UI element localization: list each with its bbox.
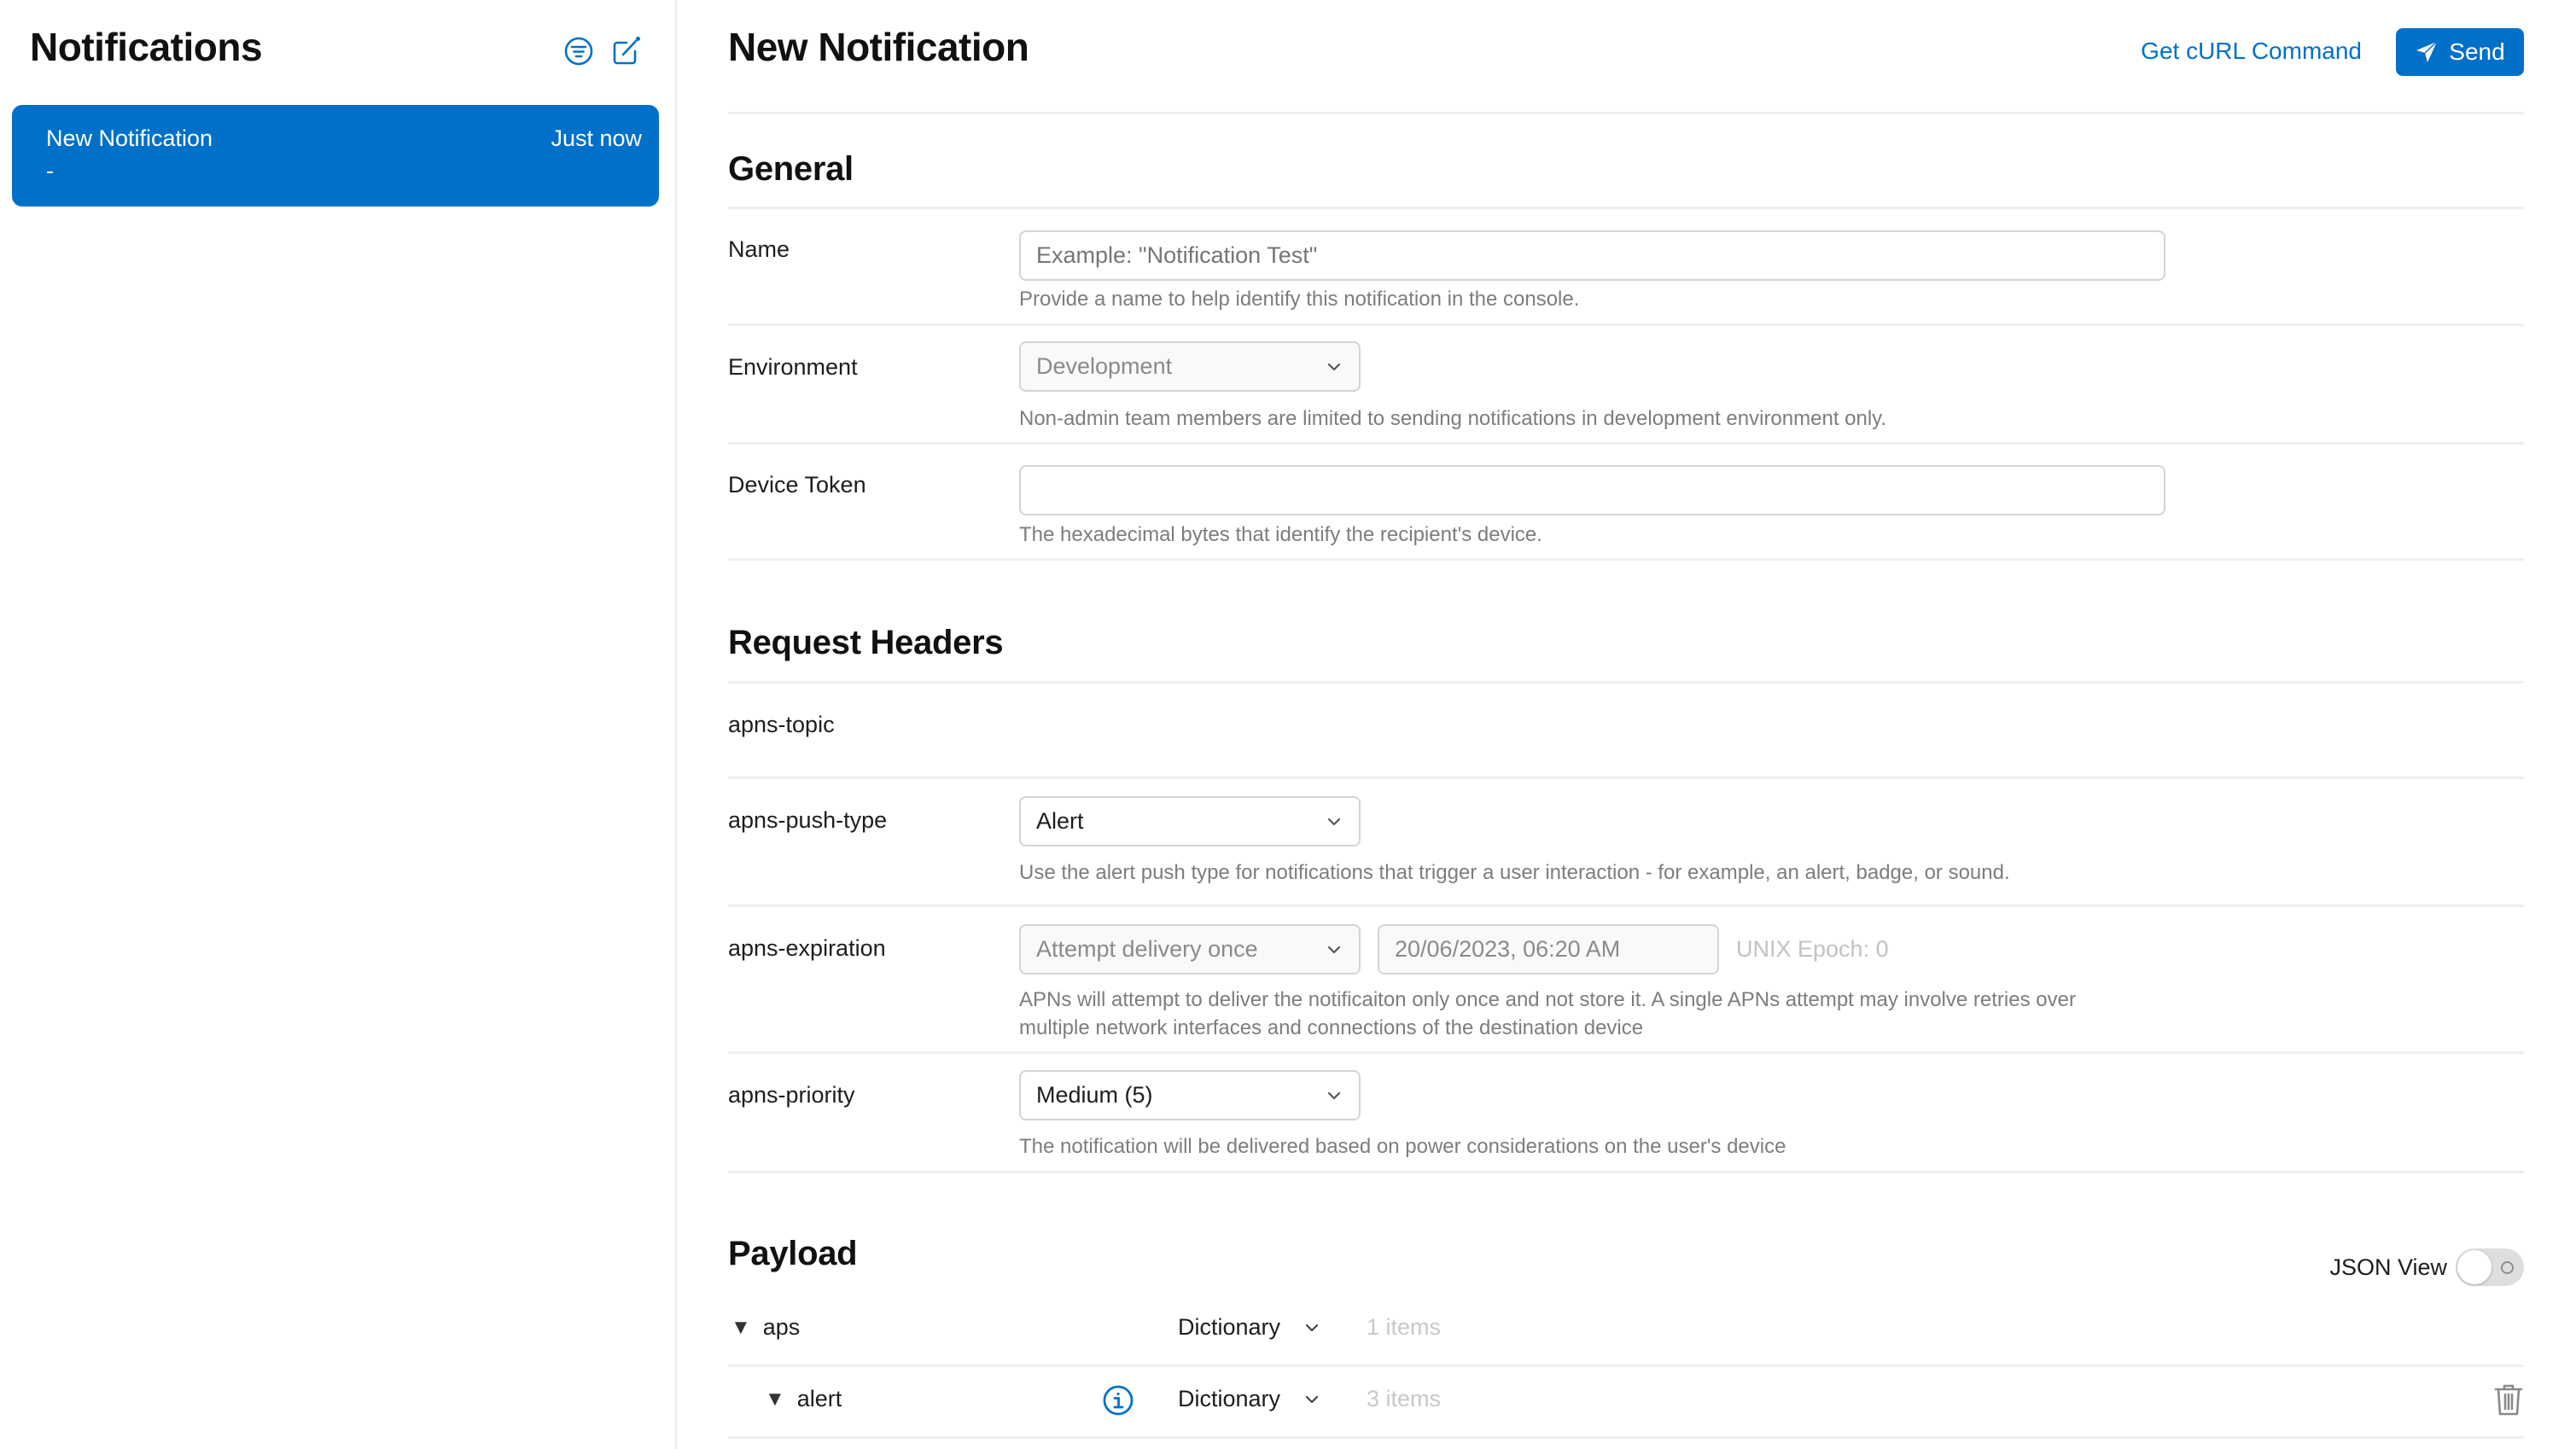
apns-priority-label: apns-priority (728, 1082, 855, 1108)
toggle-knob (2457, 1250, 2491, 1284)
disclosure-triangle-icon[interactable]: ▼ (731, 1316, 751, 1340)
tree-key-label: alert (796, 1386, 842, 1411)
chevron-down-icon (1327, 818, 1341, 825)
chevron-down-icon (1327, 363, 1341, 370)
toggle-off-indicator (2501, 1261, 2514, 1274)
trash-icon[interactable] (2493, 1382, 2524, 1417)
divider (728, 1051, 2524, 1054)
apns-push-type-label: apns-push-type (728, 807, 888, 833)
main-panel: New Notification Get cURL Command Send G… (728, 0, 2524, 1449)
apns-priority-value: Medium (5) (1036, 1082, 1153, 1108)
filter-icon[interactable] (562, 34, 596, 68)
environment-select[interactable]: Development (1019, 341, 1361, 392)
notification-item-time: Just now (551, 125, 642, 151)
apns-push-type-value: Alert (1036, 808, 1084, 834)
divider (728, 905, 2524, 907)
device-token-help-text: The hexadecimal bytes that identify the … (1019, 523, 1542, 546)
payload-tree-row: ▼ aps Dictionary 1 items (728, 1311, 2524, 1365)
divider (728, 681, 2524, 684)
item-count: 1 items (1367, 1314, 1442, 1340)
environment-select-value: Development (1036, 353, 1173, 379)
unix-epoch-readout: UNIX Epoch: 0 (1736, 936, 1889, 962)
name-input[interactable] (1019, 230, 2165, 281)
sidebar-title: Notifications (30, 25, 263, 69)
environment-label: Environment (728, 354, 858, 380)
divider (728, 442, 2524, 445)
type-select-value: Dictionary (1178, 1386, 1281, 1411)
apns-push-type-help-text: Use the alert push type for notification… (1019, 861, 2010, 884)
paper-plane-icon (2416, 41, 2438, 62)
chevron-down-icon (1327, 1091, 1341, 1099)
info-icon[interactable] (1102, 1384, 1134, 1417)
type-select[interactable]: Dictionary (1178, 1314, 1321, 1341)
divider (728, 1171, 2524, 1173)
divider (728, 558, 2524, 561)
notification-item-subtitle: - (46, 158, 54, 183)
type-select[interactable]: Dictionary (1178, 1386, 1321, 1412)
name-help-text: Provide a name to help identify this not… (1019, 288, 1580, 311)
sidebar: Notifications New Notification Just now … (0, 0, 677, 1449)
tree-key-alert[interactable]: ▼ alert (765, 1386, 842, 1412)
tree-key-label: aps (762, 1314, 801, 1340)
apns-expiration-value: Attempt delivery once (1036, 936, 1258, 962)
send-button[interactable]: Send (2396, 28, 2524, 76)
divider (728, 777, 2524, 779)
item-count: 3 items (1367, 1386, 1442, 1411)
page-title: New Notification (728, 25, 1029, 69)
environment-help-text: Non-admin team members are limited to se… (1019, 407, 1887, 430)
disclosure-triangle-icon[interactable]: ▼ (765, 1388, 785, 1411)
apns-priority-help-text: The notification will be delivered based… (1019, 1135, 1786, 1158)
send-button-label: Send (2449, 38, 2505, 65)
notification-list-item[interactable]: New Notification Just now - (12, 105, 659, 207)
compose-icon[interactable] (609, 34, 644, 68)
apns-expiration-help-line-2: multiple network interfaces and connecti… (1019, 1016, 1644, 1039)
section-title-request-headers: Request Headers (728, 624, 1004, 661)
json-view-toggle[interactable] (2456, 1248, 2524, 1286)
divider (728, 112, 2524, 114)
chevron-down-icon (1305, 1324, 1319, 1331)
section-title-payload: Payload (728, 1235, 858, 1272)
json-view-label: JSON View (2329, 1254, 2447, 1280)
get-curl-command-link[interactable]: Get cURL Command (2141, 38, 2362, 65)
tree-key-aps[interactable]: ▼ aps (731, 1314, 800, 1341)
apns-expiration-help-line-1: APNs will attempt to deliver the notific… (1019, 988, 2076, 1011)
divider (728, 323, 2524, 326)
payload-tree-row: ▼ alert Dictionary 3 items (728, 1382, 2524, 1437)
chevron-down-icon (1305, 1395, 1319, 1403)
apns-expiration-select[interactable]: Attempt delivery once (1019, 924, 1361, 975)
chevron-down-icon (1327, 946, 1341, 953)
apns-expiration-label: apns-expiration (728, 935, 886, 961)
expiration-date-input[interactable]: 20/06/2023, 06:20 AM (1378, 924, 1719, 975)
type-select-value: Dictionary (1178, 1314, 1281, 1340)
section-title-general: General (728, 150, 854, 188)
apns-priority-select[interactable]: Medium (5) (1019, 1070, 1361, 1120)
name-label: Name (728, 236, 790, 262)
device-token-label: Device Token (728, 472, 866, 498)
device-token-input[interactable] (1019, 465, 2165, 515)
divider (728, 1365, 2524, 1367)
divider (728, 1436, 2524, 1439)
divider (728, 207, 2524, 209)
apns-push-type-select[interactable]: Alert (1019, 796, 1361, 847)
apns-topic-label: apns-topic (728, 712, 835, 737)
notification-item-name: New Notification (46, 125, 213, 151)
